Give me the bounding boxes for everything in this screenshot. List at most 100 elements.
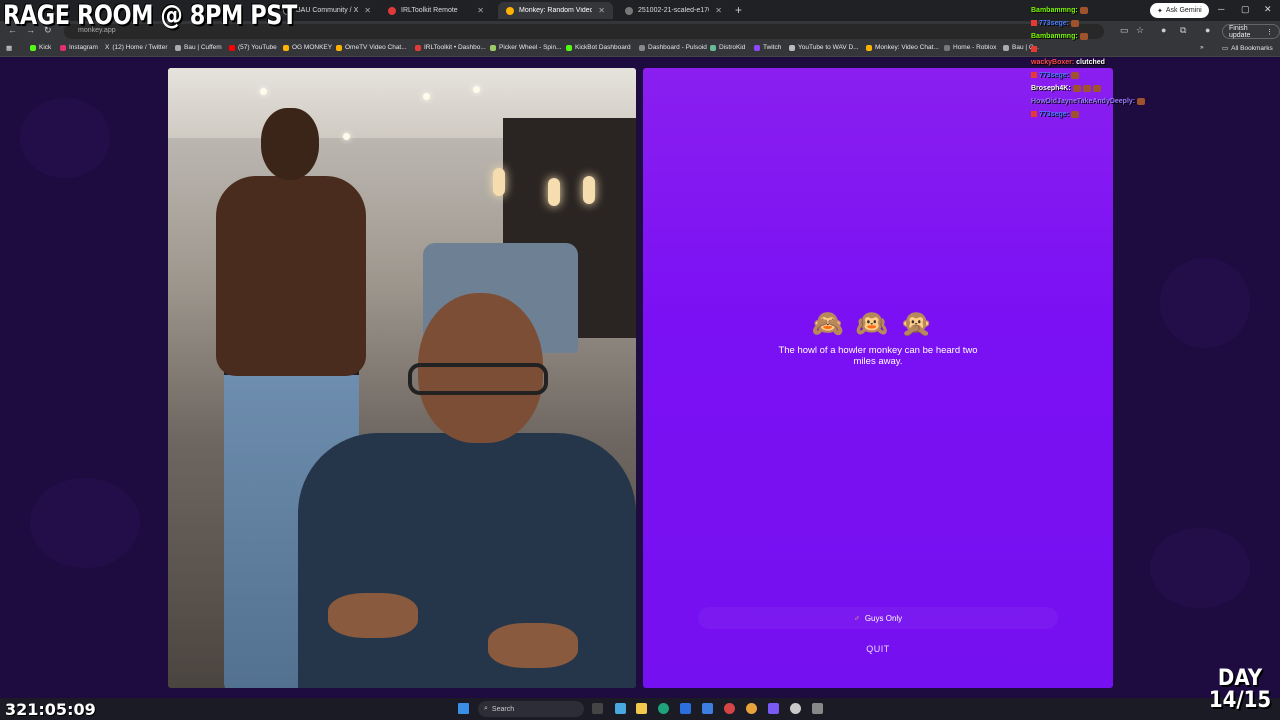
bookmark-og-monkey[interactable]: OG MONKEY bbox=[283, 44, 332, 51]
emote-icon bbox=[1070, 110, 1079, 118]
twitch-icon bbox=[754, 44, 760, 51]
minimize-icon[interactable]: ─ bbox=[1218, 4, 1224, 14]
wheel-icon bbox=[490, 44, 496, 51]
bookmark-youtube[interactable]: (57) YouTube bbox=[229, 44, 277, 51]
all-bookmarks-button[interactable]: ▭ All Bookmarks bbox=[1222, 44, 1273, 53]
close-icon[interactable]: ✕ bbox=[592, 6, 605, 15]
chat-message: Bambammng: bbox=[1031, 4, 1181, 17]
store-icon[interactable] bbox=[680, 703, 691, 714]
folder-icon: ▭ bbox=[1222, 45, 1229, 52]
distrokid-icon bbox=[710, 44, 716, 51]
badge-icon bbox=[1031, 72, 1037, 79]
emote-icon bbox=[1070, 71, 1079, 79]
bookmark-irltoolkit[interactable]: IRLToolkit • Dashbo... bbox=[415, 44, 486, 51]
bookmarks-overflow-icon[interactable]: » bbox=[1200, 44, 1204, 51]
guys-only-filter-button[interactable]: ♂ Guys Only bbox=[698, 607, 1058, 629]
bookmark-instagram[interactable]: Instagram bbox=[60, 44, 98, 51]
roblox-icon bbox=[944, 44, 950, 51]
taskbar-search[interactable]: ⌕ Search bbox=[478, 701, 584, 717]
background-blob bbox=[30, 478, 140, 568]
irltoolkit-icon bbox=[388, 6, 396, 15]
bookmark-kickbot[interactable]: KickBot Dashboard bbox=[566, 44, 631, 51]
chat-message: HowDidJayneTakeAndyDeeply: bbox=[1031, 95, 1181, 108]
close-icon[interactable]: ✕ bbox=[471, 6, 484, 15]
finish-update-button[interactable]: Finish update ⋮ bbox=[1222, 24, 1280, 39]
video-feed bbox=[168, 68, 636, 688]
ceiling-light bbox=[423, 93, 430, 100]
settings-icon[interactable] bbox=[812, 703, 823, 714]
bookmark-roblox[interactable]: Home - Roblox bbox=[944, 44, 996, 51]
emote-icon bbox=[1072, 84, 1081, 92]
monkey-icon bbox=[506, 6, 514, 15]
bookmark-twitter[interactable]: X (12) Home / Twitter bbox=[105, 44, 168, 51]
new-tab-button[interactable]: + bbox=[735, 3, 742, 17]
globe-icon bbox=[175, 44, 181, 51]
badge-icon bbox=[1031, 111, 1037, 118]
close-icon[interactable]: ✕ bbox=[358, 6, 371, 15]
emote-icon bbox=[1070, 19, 1079, 27]
monkey-emojis: 🙈🙉🙊 bbox=[811, 308, 945, 338]
tab-monkey[interactable]: Monkey: Random Video Ch ✕ bbox=[498, 2, 613, 19]
background-blob bbox=[1160, 258, 1250, 348]
copilot-icon[interactable] bbox=[615, 703, 626, 714]
youtube-icon bbox=[229, 44, 235, 51]
tab-image[interactable]: 251002-21-scaled-e176349870 ✕ bbox=[617, 2, 730, 19]
chat-message: 773sege: bbox=[1031, 17, 1181, 30]
instagram-icon bbox=[60, 44, 66, 51]
chat-message: 773sege: bbox=[1031, 108, 1181, 121]
emote-icon bbox=[1137, 97, 1146, 105]
monkey-icon bbox=[866, 44, 872, 51]
bookmark-kick[interactable]: Kick bbox=[30, 44, 51, 51]
emote-icon bbox=[1079, 32, 1088, 40]
bookmark-picker-wheel[interactable]: Picker Wheel - Spin... bbox=[490, 44, 562, 51]
ceiling-light bbox=[260, 88, 267, 95]
file-explorer-icon[interactable] bbox=[636, 703, 647, 714]
background-blob bbox=[1150, 528, 1250, 608]
irltoolkit-icon bbox=[415, 44, 421, 51]
bookmark-distrokid[interactable]: DistroKid bbox=[710, 44, 745, 51]
emote-icon bbox=[1092, 84, 1101, 92]
bookmark-twitch[interactable]: Twitch bbox=[754, 44, 781, 51]
maximize-icon[interactable]: ▢ bbox=[1241, 4, 1250, 15]
chat-message: Bambammng: bbox=[1031, 30, 1181, 43]
globe-icon bbox=[1003, 44, 1009, 51]
close-window-icon[interactable]: ✕ bbox=[1264, 4, 1272, 15]
kick-icon bbox=[30, 44, 36, 51]
obs-icon[interactable] bbox=[724, 703, 735, 714]
match-panel: 🙈🙉🙊 The howl of a howler monkey can be h… bbox=[643, 68, 1113, 688]
ometv-icon bbox=[336, 44, 342, 51]
tab-irltoolkit-remote[interactable]: IRLToolkit Remote ✕ bbox=[380, 2, 492, 19]
windows-start-icon[interactable] bbox=[458, 703, 469, 714]
stream-title-overlay: RAGE ROOM @ 8PM PST bbox=[3, 0, 297, 31]
stream-chat-overlay: Bambammng: 773sege: Bambammng: wackyBoxe… bbox=[1031, 4, 1181, 121]
edge-icon[interactable] bbox=[658, 703, 669, 714]
seated-person bbox=[288, 293, 636, 688]
bookmark-youtube-wav[interactable]: YouTube to WAV D... bbox=[789, 44, 859, 51]
bookmark-monkey-video[interactable]: Monkey: Video Chat... bbox=[866, 44, 939, 51]
kick-icon bbox=[566, 44, 572, 51]
profile-icon[interactable]: ● bbox=[1205, 25, 1210, 35]
windows-taskbar: ⌕ Search bbox=[0, 698, 1280, 720]
quit-button[interactable]: QUIT bbox=[698, 638, 1058, 660]
chrome-alt-icon[interactable] bbox=[790, 703, 801, 714]
chat-message bbox=[1031, 43, 1181, 56]
apps-icon[interactable]: ▦ bbox=[6, 44, 12, 52]
background-blob bbox=[20, 98, 110, 178]
globe-icon bbox=[625, 6, 633, 15]
pulsoid-icon bbox=[639, 44, 645, 51]
chrome-icon[interactable] bbox=[746, 703, 757, 714]
task-view-icon[interactable] bbox=[592, 703, 603, 714]
pendant-light bbox=[583, 176, 595, 204]
chat-message: Broseph4K: bbox=[1031, 82, 1181, 95]
badge-icon bbox=[1031, 46, 1037, 53]
app-icon[interactable] bbox=[768, 703, 779, 714]
bookmark-bau-cuffem[interactable]: Bau | Cuffem bbox=[175, 44, 222, 51]
bookmark-pulsoid[interactable]: Dashboard - Pulsoid bbox=[639, 44, 707, 51]
monkey-fact: The howl of a howler monkey can be heard… bbox=[778, 345, 978, 367]
x-icon: X bbox=[105, 44, 110, 51]
close-icon[interactable]: ✕ bbox=[709, 6, 722, 15]
bookmark-ometv[interactable]: OmeTV Video Chat... bbox=[336, 44, 407, 51]
male-icon: ♂ bbox=[853, 613, 860, 623]
mail-icon[interactable] bbox=[702, 703, 713, 714]
ceiling-light bbox=[473, 86, 480, 93]
